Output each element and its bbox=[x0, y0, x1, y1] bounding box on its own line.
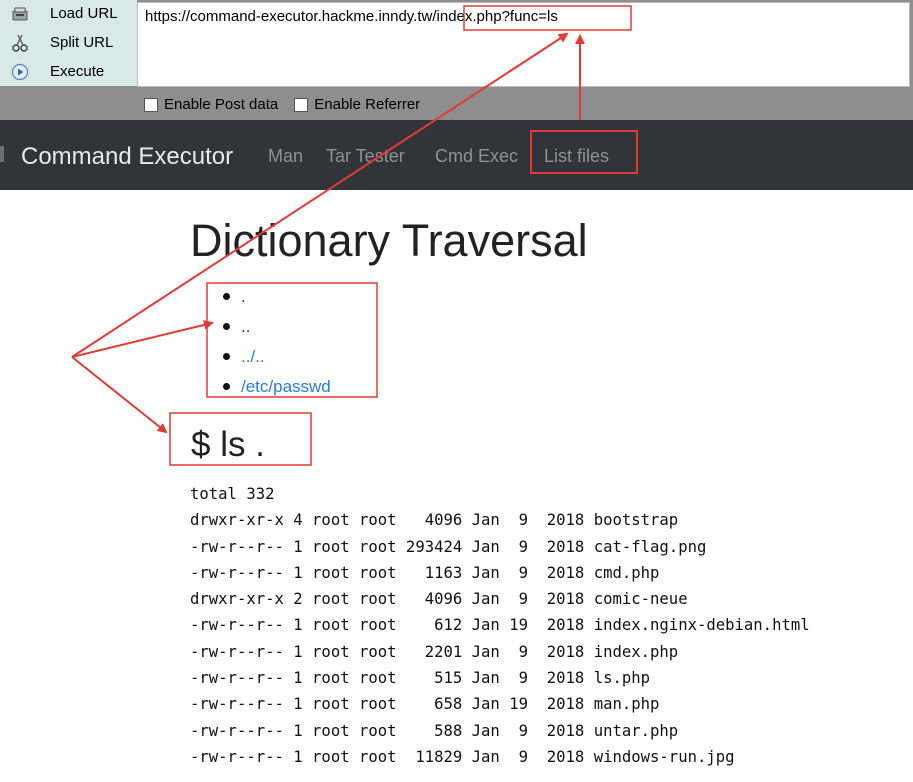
output-line: drwxr-xr-x 4 root root 4096 Jan 9 2018 b… bbox=[190, 511, 679, 530]
post-data-checkbox-box[interactable] bbox=[144, 97, 158, 112]
post-data-label: Enable Post data bbox=[164, 96, 279, 113]
output-line: -rw-r--r-- 1 root root 2201 Jan 9 2018 i… bbox=[190, 642, 679, 661]
navbar-edge-mark bbox=[0, 146, 4, 162]
hackbar-panel: Load URL Split URL Execute https://comma… bbox=[0, 0, 913, 120]
referrer-label: Enable Referrer bbox=[314, 96, 421, 113]
load-url-icon bbox=[11, 5, 29, 23]
list-item: ../.. bbox=[205, 344, 331, 374]
load-url-button[interactable]: Load URL bbox=[0, 0, 137, 28]
list-item: /etc/passwd bbox=[205, 374, 331, 404]
execute-label: Execute bbox=[50, 63, 105, 80]
nav-link-list-files[interactable]: List files bbox=[544, 146, 609, 167]
split-url-button[interactable]: Split URL bbox=[0, 29, 137, 57]
list-item: . bbox=[205, 284, 331, 314]
dir-link-grandparent[interactable]: ../.. bbox=[241, 347, 265, 366]
hackbar-options: Enable Post data Enable Referrer bbox=[144, 96, 436, 113]
nav-link-cmd-exec[interactable]: Cmd Exec bbox=[435, 146, 518, 167]
dir-entry-parent: .. bbox=[241, 317, 251, 336]
output-line: -rw-r--r-- 1 root root 11829 Jan 9 2018 … bbox=[190, 747, 735, 766]
split-url-label: Split URL bbox=[50, 34, 114, 51]
dir-entry-current: . bbox=[241, 287, 246, 306]
enable-referrer-checkbox[interactable]: Enable Referrer bbox=[294, 96, 420, 113]
output-line: -rw-r--r-- 1 root root 293424 Jan 9 2018… bbox=[190, 537, 707, 556]
command-heading: $ ls . bbox=[191, 425, 265, 464]
nav-link-tar-tester[interactable]: Tar Tester bbox=[326, 146, 405, 167]
output-line: -rw-r--r-- 1 root root 1163 Jan 9 2018 c… bbox=[190, 563, 660, 582]
annotation-arrow-to-list bbox=[71, 320, 214, 358]
execute-icon bbox=[11, 63, 29, 81]
annotation-arrow-to-command bbox=[71, 356, 168, 434]
dir-link-etc-passwd[interactable]: /etc/passwd bbox=[241, 377, 331, 396]
execute-button[interactable]: Execute bbox=[0, 58, 137, 86]
hackbar-sidebar: Load URL Split URL Execute bbox=[0, 0, 137, 86]
page-title: Dictionary Traversal bbox=[190, 215, 588, 266]
output-line: -rw-r--r-- 1 root root 588 Jan 9 2018 un… bbox=[190, 721, 679, 740]
load-url-label: Load URL bbox=[50, 5, 118, 22]
referrer-checkbox-box[interactable] bbox=[294, 97, 309, 112]
output-line: drwxr-xr-x 2 root root 4096 Jan 9 2018 c… bbox=[190, 590, 688, 609]
navbar-brand[interactable]: Command Executor bbox=[21, 143, 233, 171]
split-url-icon bbox=[11, 34, 29, 52]
ls-output: total 332 drwxr-xr-x 4 root root 4096 Ja… bbox=[190, 481, 810, 770]
list-item: .. bbox=[205, 314, 331, 344]
output-line: -rw-r--r-- 1 root root 658 Jan 19 2018 m… bbox=[190, 695, 660, 714]
output-line: -rw-r--r-- 1 root root 515 Jan 9 2018 ls… bbox=[190, 669, 651, 688]
url-textarea[interactable]: https://command-executor.hackme.inndy.tw… bbox=[137, 2, 910, 87]
output-line: total 332 bbox=[190, 485, 275, 503]
enable-post-data-checkbox[interactable]: Enable Post data bbox=[144, 96, 278, 113]
output-line: -rw-r--r-- 1 root root 612 Jan 19 2018 i… bbox=[190, 616, 810, 635]
directory-list: . .. ../.. /etc/passwd bbox=[205, 284, 331, 404]
nav-link-man[interactable]: Man bbox=[268, 146, 303, 167]
